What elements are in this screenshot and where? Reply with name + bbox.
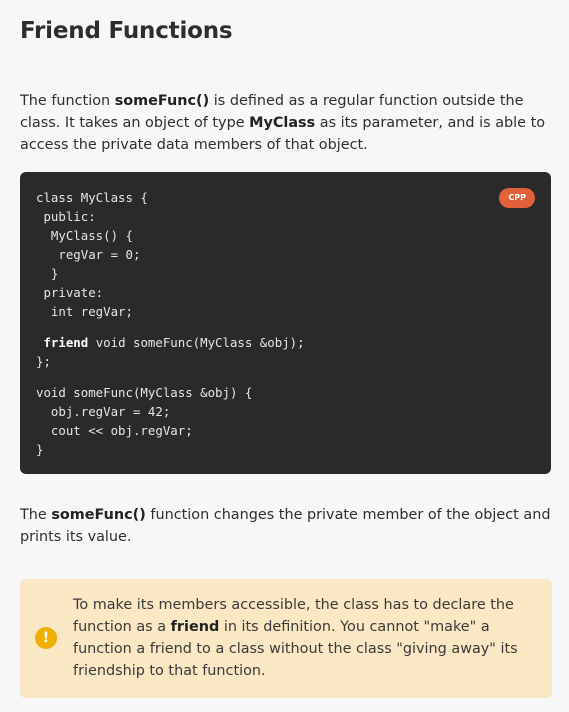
code-line: cout << obj.regVar; — [36, 423, 193, 438]
code-line: private: — [36, 285, 104, 300]
code-line: regVar = 0; — [36, 247, 141, 262]
code-line: } — [36, 266, 59, 281]
code-line: public: — [36, 209, 96, 224]
intro-paragraph: The function someFunc() is defined as a … — [20, 93, 546, 153]
code-line: int regVar; — [36, 304, 133, 319]
keyword-friend: friend — [43, 335, 89, 350]
code-line: } — [36, 442, 44, 457]
inline-code-somefunc: someFunc() — [114, 93, 210, 109]
bold-friend: friend — [170, 619, 220, 635]
info-callout: ! To make its members accessible, the cl… — [20, 579, 552, 698]
page-title: Friend Functions — [20, 18, 233, 44]
code-line: MyClass() { — [36, 228, 133, 243]
explanation-paragraph: The someFunc() function changes the priv… — [20, 507, 551, 545]
language-badge: CPP — [499, 188, 535, 208]
code-line: void someFunc(MyClass &obj) { — [36, 385, 253, 400]
code-line: }; — [36, 354, 51, 369]
code-line: obj.regVar = 42; — [36, 404, 171, 419]
inline-code-somefunc: someFunc() — [51, 507, 146, 523]
lesson-page: Friend Functions The function someFunc()… — [0, 0, 569, 698]
callout-text: To make its members accessible, the clas… — [73, 597, 518, 679]
code-line: friend void someFunc(MyClass &obj); — [43, 335, 305, 350]
exclamation-icon: ! — [35, 627, 57, 649]
code-line: class MyClass { — [36, 190, 148, 205]
code-block[interactable]: CPP class MyClass { public: MyClass() { … — [20, 172, 551, 474]
inline-code-myclass: MyClass — [249, 115, 316, 131]
